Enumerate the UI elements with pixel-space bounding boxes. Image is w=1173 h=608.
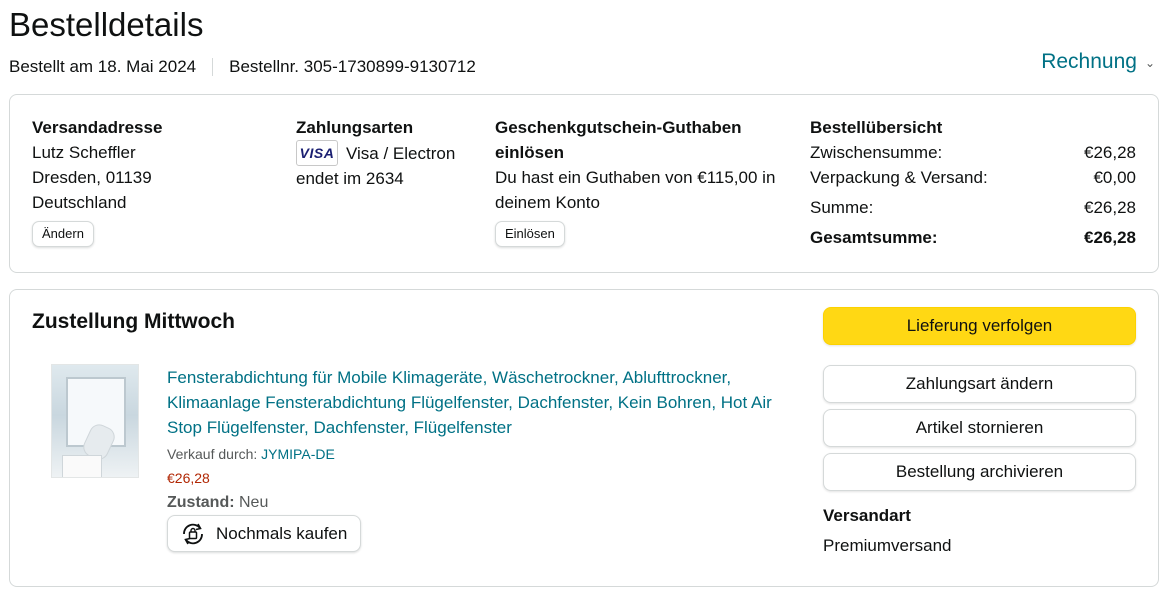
grand-total-row: Gesamtsumme: €26,28 bbox=[810, 225, 1136, 250]
product-price: €26,28 bbox=[167, 470, 210, 486]
order-number: Bestellnr. 305-1730899-9130712 bbox=[229, 57, 476, 76]
grand-total-label: Gesamtsumme: bbox=[810, 228, 938, 247]
redeem-button[interactable]: Einlösen bbox=[495, 221, 565, 247]
product-image[interactable] bbox=[51, 364, 139, 478]
subtotal-row: Zwischensumme: €26,28 bbox=[810, 140, 1136, 165]
page-title: Bestelldetails bbox=[9, 6, 204, 43]
shipping-address-heading: Versandadresse bbox=[32, 118, 163, 137]
recipient-country: Deutschland bbox=[32, 193, 127, 212]
sum-value: €26,28 bbox=[1084, 198, 1136, 217]
change-payment-button[interactable]: Zahlungsart ändern bbox=[823, 365, 1136, 403]
shipping-method-value: Premiumversand bbox=[823, 536, 952, 555]
product-condition: Zustand: Neu bbox=[167, 490, 787, 515]
seller-link[interactable]: JYMIPA-DE bbox=[261, 446, 335, 462]
cancel-item-button[interactable]: Artikel stornieren bbox=[823, 409, 1136, 447]
track-package-button[interactable]: Lieferung verfolgen bbox=[823, 307, 1136, 345]
product-info: Fensterabdichtung für Mobile Klimageräte… bbox=[167, 365, 787, 515]
shipping-cost-row: Verpackung & Versand: €0,00 bbox=[810, 165, 1136, 190]
invoice-label: Rechnung bbox=[1041, 50, 1137, 73]
buy-again-label: Nochmals kaufen bbox=[216, 523, 348, 543]
divider bbox=[212, 58, 214, 76]
shipping-address-section: Versandadresse Lutz Scheffler Dresden, 0… bbox=[32, 115, 162, 247]
sum-row: Summe: €26,28 bbox=[810, 195, 1136, 220]
order-date: Bestellt am 18. Mai 2024 bbox=[9, 57, 197, 76]
gift-card-section: Geschenkgutschein-Guthaben einlösen Du h… bbox=[495, 115, 795, 247]
order-actions: Lieferung verfolgen Zahlungsart ändern A… bbox=[823, 307, 1136, 558]
archive-order-button[interactable]: Bestellung archivieren bbox=[823, 453, 1136, 491]
payment-section: Zahlungsarten VISA Visa / Electron endet… bbox=[296, 115, 455, 191]
shipping-cost-label: Verpackung & Versand: bbox=[810, 168, 988, 187]
card-row: VISA Visa / Electron bbox=[296, 140, 455, 166]
card-type: Visa / Electron bbox=[346, 143, 456, 163]
delivery-title: Zustellung Mittwoch bbox=[32, 310, 235, 333]
card-ending: endet im 2634 bbox=[296, 169, 404, 188]
grand-total-value: €26,28 bbox=[1084, 228, 1136, 247]
shipping-method-heading: Versandart bbox=[823, 506, 911, 525]
change-address-button[interactable]: Ändern bbox=[32, 221, 94, 247]
invoice-dropdown[interactable]: Rechnung ⌄ bbox=[1041, 50, 1155, 74]
order-meta: Bestellt am 18. Mai 2024 Bestellnr. 305-… bbox=[9, 57, 476, 77]
subtotal-label: Zwischensumme: bbox=[810, 143, 943, 162]
gift-card-heading: Geschenkgutschein-Guthaben einlösen bbox=[495, 118, 742, 162]
sum-label: Summe: bbox=[810, 198, 874, 217]
gift-card-balance: Du hast ein Guthaben von €115,00 in dein… bbox=[495, 168, 776, 212]
buy-again-button[interactable]: Nochmals kaufen bbox=[167, 515, 362, 552]
payment-heading: Zahlungsarten bbox=[296, 118, 414, 137]
shipping-cost-value: €0,00 bbox=[1093, 168, 1136, 187]
order-totals-section: Bestellübersicht Zwischensumme: €26,28 V… bbox=[810, 115, 1136, 250]
subtotal-value: €26,28 bbox=[1084, 143, 1136, 162]
sold-by: Verkauf durch: JYMIPA-DE bbox=[167, 442, 787, 466]
sold-by-label: Verkauf durch: bbox=[167, 446, 258, 462]
condition-value: Neu bbox=[239, 494, 269, 511]
recipient-city: Dresden, 01139 bbox=[32, 168, 152, 187]
buy-again-icon bbox=[178, 519, 208, 549]
visa-icon: VISA bbox=[296, 140, 338, 166]
condition-label: Zustand: bbox=[167, 494, 235, 511]
delivery-card: Zustellung Mittwoch Fensterabdichtung fü… bbox=[9, 289, 1159, 587]
order-summary-card: Versandadresse Lutz Scheffler Dresden, 0… bbox=[9, 94, 1159, 273]
product-image-unit bbox=[62, 455, 102, 477]
recipient-name: Lutz Scheffler bbox=[32, 143, 136, 162]
chevron-down-icon: ⌄ bbox=[1144, 56, 1155, 70]
product-title-link[interactable]: Fensterabdichtung für Mobile Klimageräte… bbox=[167, 365, 787, 440]
order-totals-heading: Bestellübersicht bbox=[810, 118, 943, 137]
